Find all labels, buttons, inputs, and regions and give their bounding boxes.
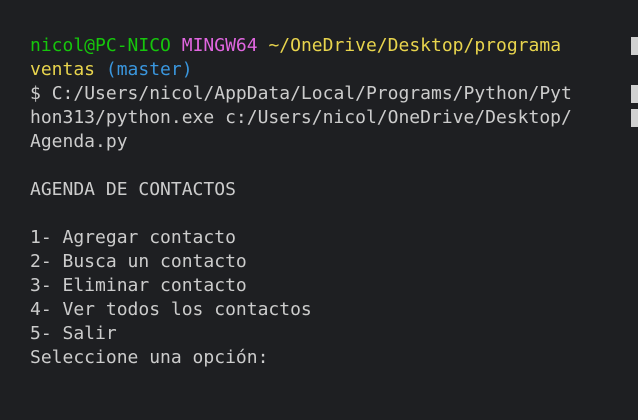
git-branch: (master) [105, 59, 193, 80]
menu-option: 5- Salir [30, 323, 117, 344]
menu-option: 1- Agregar contacto [30, 227, 236, 248]
prompt-symbol: $ [30, 83, 41, 104]
input-prompt: Seleccione una opción: [30, 347, 269, 368]
menu-option: 2- Busca un contacto [30, 251, 247, 272]
shell-environment: MINGW64 [181, 35, 258, 56]
program-title: AGENDA DE CONTACTOS [30, 179, 236, 200]
scrollbar-marker[interactable] [631, 109, 638, 127]
terminal-window[interactable]: nicol@PC-NICO MINGW64 ~/OneDrive/Desktop… [0, 0, 638, 420]
scrollbar-marker[interactable] [631, 85, 638, 103]
menu-option: 3- Eliminar contacto [30, 275, 247, 296]
command-line: $ C:/Users/nicol/AppData/Local/Programs/… [30, 82, 572, 106]
command-text: C:/Users/nicol/AppData/Local/Programs/Py… [51, 83, 572, 104]
working-directory: ~/OneDrive/Desktop/programa [268, 35, 562, 56]
scrollbar-marker[interactable] [631, 37, 638, 55]
prompt-line: nicol@PC-NICO MINGW64 ~/OneDrive/Desktop… [30, 34, 561, 58]
command-line-wrap: hon313/python.exe c:/Users/nicol/OneDriv… [30, 107, 572, 128]
working-directory-continued: ventas [30, 59, 96, 80]
user-host: nicol@PC-NICO [30, 35, 171, 56]
menu-option: 4- Ver todos los contactos [30, 299, 312, 320]
command-line-wrap: Agenda.py [30, 131, 128, 152]
prompt-line-continued: ventas (master) [30, 58, 193, 82]
